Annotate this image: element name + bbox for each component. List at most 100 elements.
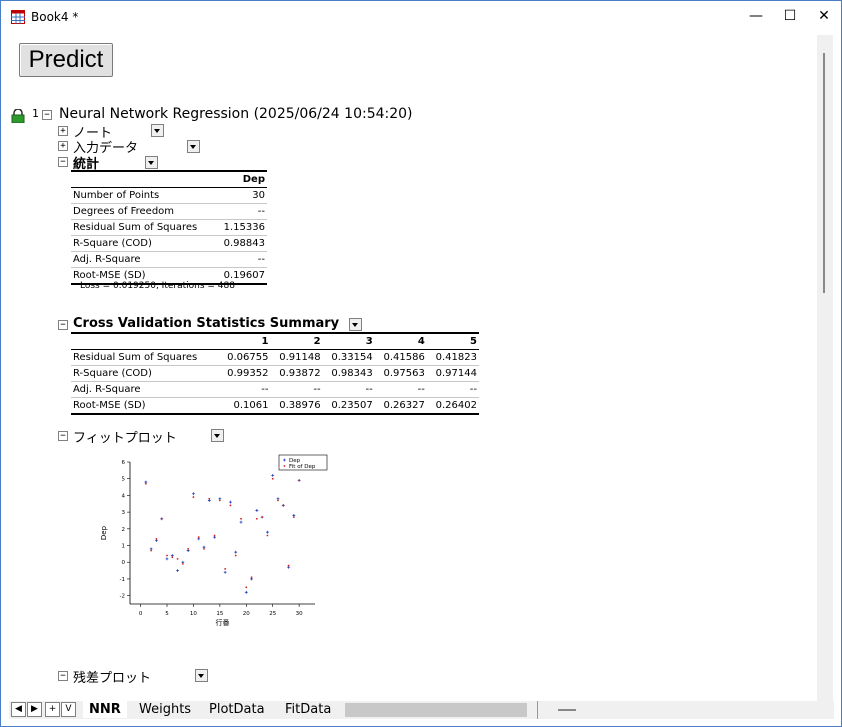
title-bar[interactable]: Book4 * — ☐ ✕ — [1, 1, 841, 33]
cv-label: Adj. R-Square — [71, 381, 219, 398]
dep-point — [192, 492, 195, 496]
stats-label: Number of Points — [71, 187, 216, 204]
tab-weights[interactable]: Weights — [133, 701, 197, 718]
cv-cell: 0.26327 — [374, 397, 427, 415]
cv-cell: 0.33154 — [322, 349, 375, 366]
expand-toggle-input[interactable]: + — [58, 141, 68, 151]
fit-plot-chart[interactable]: 0 5 10 15 20 25 30-2-10123456行番DepDepFit of De… — [94, 450, 334, 640]
y-tick-label: -1 — [120, 577, 125, 583]
fit-point — [282, 504, 285, 507]
add-sheet-button[interactable]: + — [45, 702, 60, 717]
fit-point — [261, 516, 264, 519]
legend-marker — [283, 465, 286, 467]
residplot-dropdown[interactable] — [195, 669, 208, 682]
collapse-toggle-fitplot[interactable]: − — [58, 431, 68, 441]
dep-point — [165, 557, 169, 561]
cv-cell: 0.91148 — [270, 349, 323, 366]
cv-cell: 0.38976 — [270, 397, 323, 415]
fit-point — [229, 504, 232, 507]
horizontal-scrollbar[interactable] — [537, 701, 834, 719]
x-tick-label: 15 — [216, 611, 223, 617]
cv-cell: -- — [218, 381, 271, 398]
cv-cell: 0.41586 — [374, 349, 427, 366]
maximize-button[interactable]: ☐ — [773, 1, 807, 31]
collapse-toggle-main[interactable]: − — [42, 110, 52, 120]
y-axis-label: Dep — [100, 525, 108, 540]
predict-button[interactable]: Predict — [19, 43, 113, 77]
expand-toggle-notes[interactable]: + — [58, 126, 68, 136]
cv-cell: 0.98343 — [322, 365, 375, 382]
fit-point — [224, 568, 227, 570]
cv-dropdown[interactable] — [349, 318, 362, 331]
input-dropdown[interactable] — [187, 140, 200, 153]
stats-dropdown[interactable] — [145, 156, 158, 169]
cv-cell: -- — [374, 381, 427, 398]
fit-point — [171, 556, 174, 559]
tab-plotdata[interactable]: PlotData — [203, 701, 271, 718]
fit-point — [298, 479, 301, 482]
dep-point — [229, 500, 232, 504]
fit-point — [266, 534, 269, 537]
cv-cell: 0.93872 — [270, 365, 323, 382]
node-cv-summary[interactable]: Cross Validation Statistics Summary — [73, 316, 339, 331]
cv-cell: -- — [426, 381, 479, 398]
fit-point — [181, 563, 184, 565]
next-sheet-button[interactable]: ▶ — [27, 702, 42, 717]
tab-fitdata[interactable]: FitData — [279, 701, 337, 718]
cv-col-header: 5 — [426, 332, 479, 350]
collapse-toggle-cv[interactable]: − — [58, 320, 68, 330]
y-tick-label: 3 — [122, 510, 126, 516]
fit-point — [144, 482, 147, 485]
fit-point — [197, 536, 200, 539]
y-tick-label: 4 — [122, 493, 126, 499]
cv-cell: 0.1061 — [218, 397, 271, 415]
collapse-toggle-residplot[interactable]: − — [58, 671, 68, 681]
dep-point — [271, 473, 275, 477]
cv-label: Residual Sum of Squares — [71, 349, 219, 366]
fit-point — [192, 496, 195, 498]
fit-point — [150, 549, 153, 552]
close-button[interactable]: ✕ — [807, 1, 841, 31]
report-sheet: Predict 1 − Neural Network Regression (2… — [9, 35, 817, 701]
minimize-button[interactable]: — — [739, 1, 773, 31]
y-tick-label: 1 — [122, 544, 126, 550]
fitplot-dropdown[interactable] — [211, 429, 224, 442]
report-heading: Neural Network Regression (2025/06/24 10… — [59, 106, 413, 122]
collapse-toggle-stats[interactable]: − — [58, 157, 68, 167]
stats-table: Dep Number of Points 30 Degrees of Freedo… — [71, 170, 267, 285]
sheet-tab-bar: ◀ ▶ + V NNR Weights PlotData FitData — [9, 701, 834, 719]
fit-point — [277, 499, 279, 502]
cv-cell: 0.99352 — [218, 365, 271, 382]
fit-point — [250, 576, 253, 579]
tab-nnr[interactable]: NNR — [83, 701, 127, 718]
cv-cell: 0.97144 — [426, 365, 479, 382]
fit-point — [292, 516, 295, 519]
notes-dropdown[interactable] — [151, 124, 164, 137]
x-tick-label: 5 — [165, 611, 169, 617]
x-tick-label: 20 — [243, 611, 250, 617]
fit-point — [155, 537, 158, 540]
stats-value: 30 — [215, 187, 267, 204]
row-number: 1 — [32, 107, 39, 120]
node-residual-plot[interactable]: 残差プロット — [73, 667, 151, 686]
hscroll-thumb[interactable] — [558, 709, 576, 711]
lock-icon[interactable] — [11, 109, 25, 123]
cv-cell: 0.97563 — [374, 365, 427, 382]
cv-cell: -- — [270, 381, 323, 398]
scrollbar-thumb[interactable] — [823, 53, 825, 293]
cv-cell: 0.23507 — [322, 397, 375, 415]
x-tick-label: 10 — [190, 611, 197, 617]
first-sheet-button[interactable]: ◀ — [11, 702, 26, 717]
stats-label: Degrees of Freedom — [71, 203, 216, 220]
cv-table: 1 2 3 4 5 Residual Sum of Squares 0.0675… — [71, 332, 479, 415]
dep-point — [239, 520, 243, 524]
fit-point — [271, 477, 274, 480]
cv-col-header: 3 — [322, 332, 375, 350]
legend-label: Fit of Dep — [289, 464, 316, 470]
sheet-menu-button[interactable]: V — [61, 702, 76, 717]
node-fit-plot[interactable]: フィットプロット — [73, 427, 177, 446]
stats-value: -- — [215, 251, 267, 268]
vertical-scrollbar[interactable] — [817, 35, 833, 701]
fit-point — [218, 499, 221, 502]
fit-point — [245, 586, 248, 589]
